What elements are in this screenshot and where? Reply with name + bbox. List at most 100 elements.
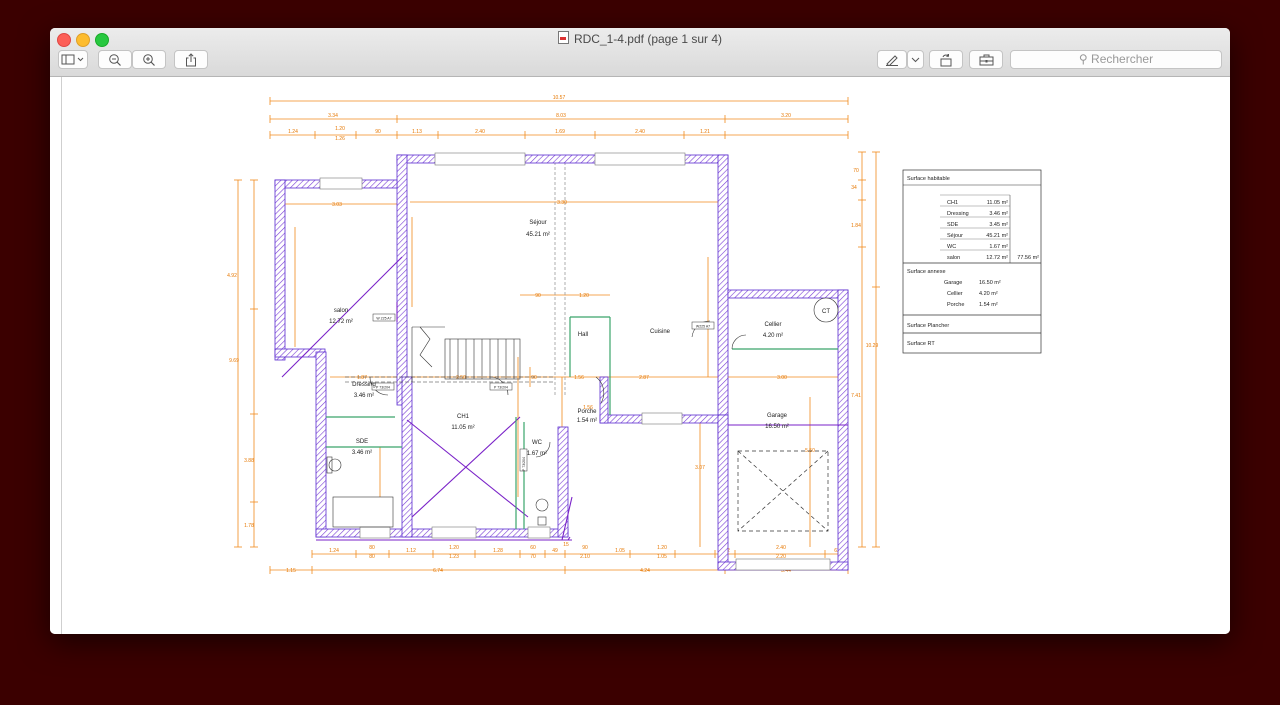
- rotate-button[interactable]: [929, 50, 963, 69]
- room-area: 3.46 m²: [352, 450, 372, 456]
- pdf-document-icon: [557, 31, 569, 44]
- dim-text: 2.40: [475, 129, 485, 135]
- dim-text: 80: [369, 545, 375, 551]
- search-field[interactable]: ⚲ Rechercher: [1010, 50, 1222, 69]
- table-room: Séjour: [947, 233, 963, 239]
- zoom-out-icon: [109, 53, 121, 66]
- dim-text: 3.20: [781, 113, 791, 119]
- dim-text: 90: [582, 545, 588, 551]
- dim-text: 49: [552, 548, 558, 554]
- dim-text: 90: [375, 129, 381, 135]
- table-room: Garage: [944, 280, 962, 286]
- room-name: SDE: [356, 439, 368, 445]
- table-room: WC: [947, 244, 956, 250]
- dim-text: 1.20: [657, 545, 667, 551]
- rotate-icon: [940, 53, 952, 66]
- dim-text: 3.30: [557, 200, 567, 206]
- table-area: 45.21 m²: [986, 233, 1008, 239]
- dim-text: 2.40: [776, 545, 786, 551]
- room-name: CH1: [457, 414, 470, 420]
- dim-text: 4.92: [227, 273, 237, 279]
- surface-table: Surface habitable CH1 11.05 m² Dressing …: [902, 169, 1042, 354]
- dim-text: 1.20: [579, 293, 589, 299]
- dim-text: 1.28: [493, 548, 503, 554]
- door-tag-text: P 73/204: [376, 386, 390, 390]
- toolbox-button[interactable]: [969, 50, 1003, 69]
- title-bar: RDC_1-4.pdf (page 1 sur 4) ⚲ Rechercher: [50, 28, 1230, 77]
- zoom-out-button[interactable]: [98, 50, 132, 69]
- table-area: 3.45 m²: [989, 222, 1008, 228]
- dim-text: 34: [851, 185, 857, 191]
- dim-text: 1.20: [449, 545, 459, 551]
- table-room: SDE: [947, 222, 959, 228]
- dim-text: 3.88: [244, 458, 254, 464]
- table-heading: Surface RT: [907, 341, 935, 347]
- dim-text: 1.15: [286, 568, 296, 574]
- table-room: CH1: [947, 200, 958, 206]
- dim-text: 8.03: [556, 113, 566, 119]
- room-area: 16.50 m²: [765, 424, 789, 430]
- floor-plan-page: 10.57 3.34 8.03 3.20 1.24 1.20 1.26 90 1…: [227, 95, 1042, 574]
- dim-text: 2.50: [456, 375, 466, 381]
- table-area: 16.50 m²: [979, 280, 1001, 286]
- dim-text: 1.23: [449, 554, 459, 560]
- table-area: 1.67 m²: [989, 244, 1008, 250]
- room-area: 11.05 m²: [451, 425, 474, 431]
- window-tag-text: W225 A7: [696, 325, 710, 329]
- garage-car-space: [737, 450, 829, 532]
- dim-text: 3.03: [332, 202, 342, 208]
- dim-text: 10.57: [553, 95, 566, 101]
- markup-pen-icon: [886, 54, 898, 66]
- door-tags: W 225 A7 W225 A7 P 73/204 P 73/204 P 73/…: [371, 313, 715, 472]
- dim-text: 2.87: [639, 375, 649, 381]
- dim-text: 70: [530, 554, 536, 560]
- sidebar-icon: [61, 54, 84, 65]
- dim-text: 3.34: [328, 113, 338, 119]
- room-area: 3.46 m²: [354, 393, 374, 399]
- share-icon: [186, 52, 196, 66]
- room-area: 45.21 m²: [526, 232, 550, 238]
- markup-button[interactable]: [877, 50, 907, 69]
- room-name: salon: [334, 308, 348, 314]
- window-tag-text: W 225 A7: [376, 317, 391, 321]
- dim-text: 6.74: [433, 568, 443, 574]
- zoom-in-icon: [143, 53, 155, 66]
- dim-text: 1.56: [574, 375, 584, 381]
- dim-text: 1.78: [244, 523, 254, 529]
- room-name: Séjour: [529, 220, 546, 226]
- dim-text: 9.69: [229, 358, 239, 364]
- markup-options-button[interactable]: [907, 50, 924, 69]
- dim-text: 10.29: [866, 343, 879, 349]
- room-area: 12.72 m²: [329, 319, 353, 325]
- dim-text: 1.12: [406, 548, 416, 554]
- door-tag-text: P 73/204: [522, 457, 526, 471]
- dim-text: 60: [530, 545, 536, 551]
- table-total: 77.56 m²: [1017, 255, 1039, 261]
- share-button[interactable]: [174, 50, 208, 69]
- table-room: salon: [947, 255, 960, 261]
- table-heading: Surface habitable: [907, 176, 950, 182]
- table-heading: Surface Plancher: [907, 323, 949, 329]
- table-area: 1.54 m²: [979, 302, 998, 308]
- sidebar-toggle-button[interactable]: [58, 50, 88, 69]
- dim-text: 1.05: [657, 554, 667, 560]
- dim-text: 70: [853, 168, 859, 174]
- room-area: 4.20 m²: [763, 333, 783, 339]
- dim-text: 1.24: [288, 129, 298, 135]
- table-heading: Surface annexe: [907, 269, 946, 275]
- dim-text: 7.41: [851, 393, 861, 399]
- room-name: Porche: [577, 409, 597, 415]
- dim-text: 3.00: [777, 375, 787, 381]
- room-area: 1.54 m²: [577, 418, 597, 424]
- dim-text: 1.24: [329, 548, 339, 554]
- table-area: 12.72 m²: [986, 255, 1008, 261]
- dim-text: 4.24: [640, 568, 650, 574]
- room-name: Cellier: [764, 322, 781, 328]
- zoom-in-button[interactable]: [132, 50, 166, 69]
- table-area: 4.20 m²: [979, 291, 998, 297]
- document-view[interactable]: 10.57 3.34 8.03 3.20 1.24 1.20 1.26 90 1…: [50, 77, 1230, 634]
- dim-text: 90: [535, 293, 541, 299]
- table-room: Cellier: [947, 291, 963, 297]
- dim-text: 1.69: [555, 129, 565, 135]
- dim-text: 15: [563, 542, 569, 548]
